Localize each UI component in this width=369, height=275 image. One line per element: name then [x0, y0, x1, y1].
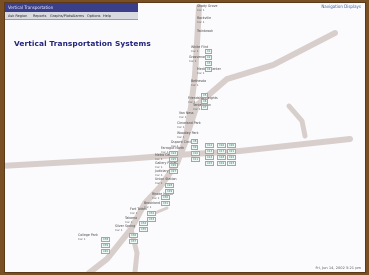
car-status[interactable]: C3 [205, 61, 213, 66]
car-status[interactable]: C4 [205, 67, 213, 72]
car-status[interactable]: C19 [217, 161, 227, 166]
car-status[interactable]: C27 [169, 169, 179, 174]
station-label[interactable]: Shady Grove Car 1 [197, 4, 217, 12]
station-label[interactable]: Takoma Car 1 [125, 216, 137, 224]
car-status[interactable]: C14 [205, 155, 215, 160]
station-sub: Car 1 [197, 20, 205, 24]
station-sub: Car 1 [191, 83, 199, 87]
station-label[interactable]: Woodley Park Car 1 [177, 131, 199, 139]
car-status[interactable]: C13 [205, 149, 215, 154]
car-status[interactable]: C23 [227, 161, 237, 166]
car-status[interactable]: C10 [191, 151, 201, 156]
car-status[interactable]: C26 [169, 163, 179, 168]
station-name: Twinbrook [197, 29, 213, 33]
car-status[interactable]: C1 [205, 49, 213, 54]
station-sub: Car 1 [115, 228, 123, 232]
station-sub: Car 1 [189, 59, 197, 63]
station-label[interactable]: Twinbrook [197, 29, 213, 33]
track-branch-east [286, 103, 308, 139]
station-sub: Car 1 [177, 125, 185, 129]
car-status[interactable]: C39 [101, 243, 111, 248]
car-status[interactable]: C12 [205, 143, 215, 148]
car-status[interactable]: C11 [191, 157, 201, 162]
car-status[interactable]: C35 [139, 227, 149, 232]
car-status[interactable]: C17 [217, 149, 227, 154]
car-status[interactable]: C21 [227, 149, 237, 154]
station-sub: Car 1 [197, 8, 205, 12]
station-label[interactable]: Bethesda Car 1 [191, 79, 206, 87]
car-status[interactable]: C16 [217, 143, 227, 148]
station-label[interactable]: Van Ness Car 1 [179, 111, 194, 119]
car-status[interactable]: C22 [227, 155, 237, 160]
car-status[interactable]: C6 [201, 99, 209, 104]
car-status[interactable]: C5 [201, 93, 209, 98]
station-label[interactable]: Rockville Car 1 [197, 16, 211, 24]
station-sub: Car 1 [78, 237, 86, 241]
app-screen: Vertical Transportation Ask Region Repor… [5, 3, 365, 272]
car-status[interactable]: C34 [139, 221, 149, 226]
station-label[interactable]: Silver Spring Car 1 [115, 224, 135, 232]
car-status[interactable]: C9 [191, 145, 199, 150]
station-label[interactable]: College Park Car 1 [78, 233, 98, 241]
car-status[interactable]: C18 [217, 155, 227, 160]
car-status[interactable]: C30 [161, 195, 171, 200]
car-status[interactable]: C38 [101, 237, 111, 242]
car-status[interactable]: C33 [147, 217, 157, 222]
car-status[interactable]: C40 [101, 249, 111, 254]
car-status[interactable]: C31 [161, 201, 171, 206]
station-label[interactable]: Fort Totten Car 1 [130, 207, 147, 215]
car-status[interactable]: C2 [205, 55, 213, 60]
car-status[interactable]: C29 [165, 189, 175, 194]
car-status[interactable]: C24 [169, 151, 179, 156]
car-status[interactable]: C20 [227, 143, 237, 148]
station-label[interactable]: Cleveland Park Car 1 [177, 121, 201, 129]
car-status[interactable]: C37 [129, 239, 139, 244]
status-clock: Fri, Jun 14, 2002 5:21 pm [315, 266, 361, 270]
station-sub: Car 1 [130, 211, 138, 215]
car-status[interactable]: C32 [147, 211, 157, 216]
car-status[interactable]: C8 [191, 139, 199, 144]
car-status[interactable]: C15 [205, 161, 215, 166]
station-sub: Car 1 [179, 115, 187, 119]
car-status[interactable]: C28 [165, 183, 175, 188]
car-status[interactable]: C25 [169, 157, 179, 162]
station-label[interactable]: Grosvenor Car 1 [189, 55, 205, 63]
car-status[interactable]: C36 [129, 233, 139, 238]
car-status[interactable]: C7 [201, 105, 209, 110]
